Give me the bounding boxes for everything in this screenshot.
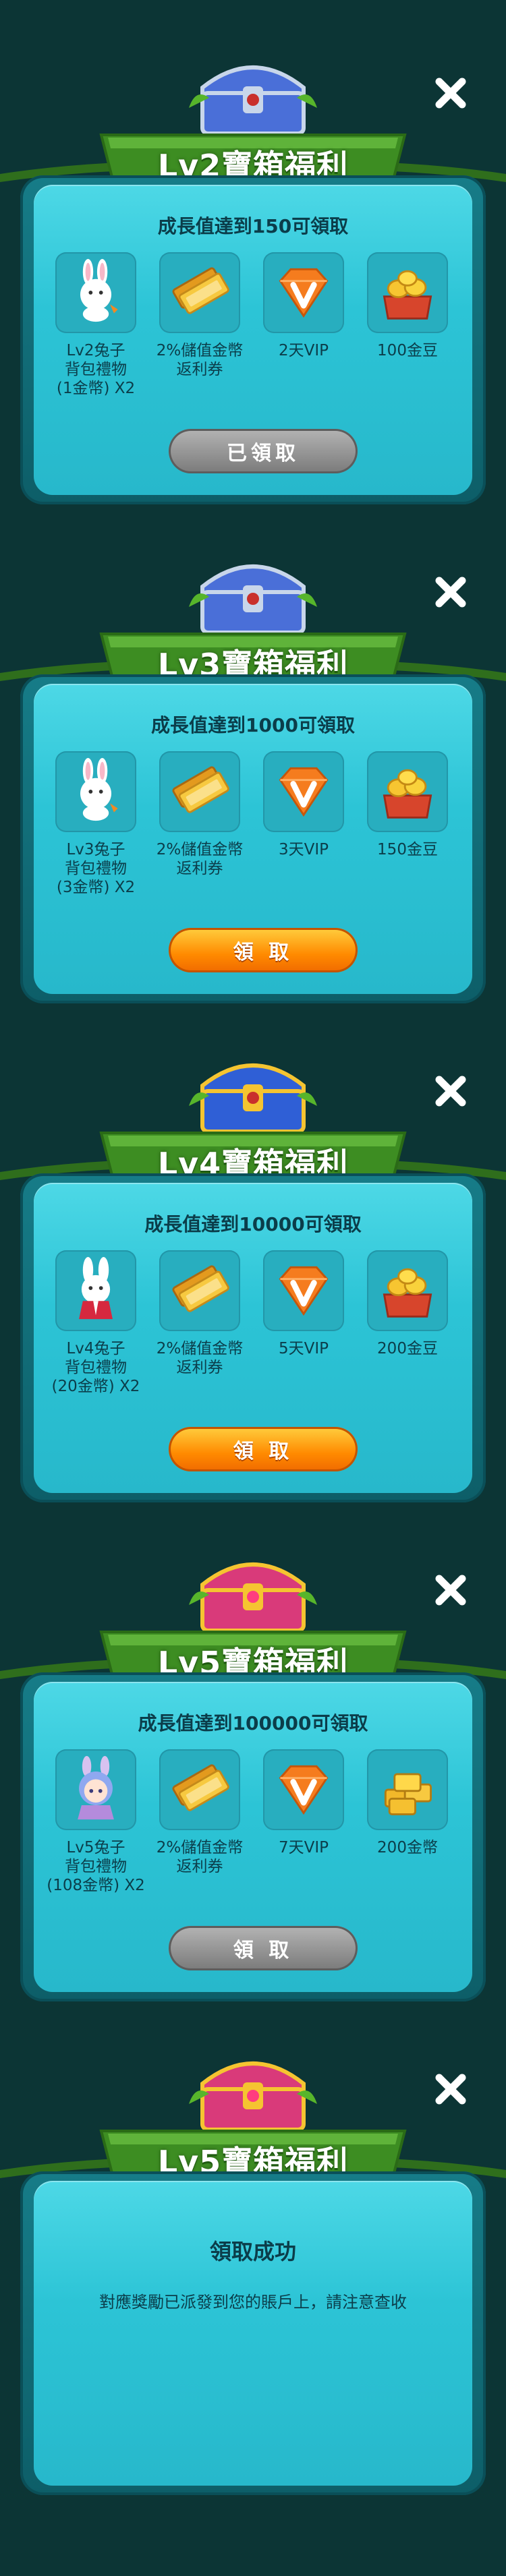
vip-diamond-icon	[271, 1756, 336, 1823]
rabbit-plush-icon	[63, 758, 128, 825]
reward-label: 100金豆	[354, 341, 461, 360]
reward-label-line: Lv2兔子	[66, 342, 125, 359]
reward-label: Lv3兔子背包禮物 (3金幣) X2	[42, 840, 150, 897]
reward-label: 2%儲值金幣 返利券	[146, 840, 254, 878]
panel-body: 領取成功對應獎勵已派發到您的賬戶上，請注意查收	[34, 2181, 472, 2486]
unlock-condition: 成長值達到1000可領取	[151, 714, 355, 736]
reward-tile	[263, 1749, 344, 1830]
reward-label-line: (108金幣) X2	[47, 1877, 145, 1894]
reward-label-line: Lv4兔子	[66, 1340, 125, 1357]
reward-label-line: (20金幣) X2	[51, 1378, 140, 1395]
reward-label-line: 2%儲值金幣	[156, 1839, 244, 1856]
reward-label-line: 2%儲值金幣	[156, 841, 244, 858]
success-message: 對應獎勵已派發到您的賬戶上，請注意查收	[99, 2293, 407, 2312]
reward-label-line: 200金豆	[377, 1340, 438, 1357]
reward-label-line: 返利券	[176, 1359, 223, 1376]
reward-tile	[367, 1250, 448, 1331]
reward-tile	[55, 1250, 136, 1331]
gold-beans-chest-icon	[375, 1257, 440, 1324]
vip-diamond-icon	[271, 758, 336, 825]
reward-label-line: 2%儲值金幣	[156, 1340, 244, 1357]
gold-coupon-icon	[167, 1756, 232, 1823]
reward-label: Lv4兔子背包禮物 (20金幣) X2	[42, 1339, 150, 1396]
reward-label: Lv5兔子背包禮物 (108金幣) X2	[42, 1838, 150, 1895]
gold-beans-chest-icon	[375, 259, 440, 326]
reward-label-line: 3天VIP	[278, 841, 329, 858]
gold-coins-stack-icon	[375, 1756, 440, 1823]
rabbit-plush-icon	[63, 259, 128, 326]
gold-coupon-icon	[167, 1257, 232, 1324]
reward-label-line: Lv3兔子	[66, 841, 125, 858]
panel-body: 成長值達到150可領取 Lv2兔子背包禮物 (1金幣) X2 2%儲值金幣 返利券 2天V…	[34, 185, 472, 495]
reward-panel: Lv2寶箱福利 成長值達到150可領取 Lv2兔子 背包禮物 (1金幣) X2 2%儲值金…	[0, 40, 506, 518]
reward-label-line: 返利券	[176, 361, 223, 378]
reward-label-line: 7天VIP	[278, 1839, 329, 1856]
reward-label: 7天VIP	[250, 1838, 358, 1857]
rabbit-kimono-icon	[63, 1257, 128, 1324]
reward-label-line: 2%儲值金幣	[156, 342, 244, 359]
reward-panel: Lv4寶箱福利 成長值達到10000可領取 Lv4兔子 背包禮物 (20金幣) X2 2%…	[0, 1038, 506, 1516]
reward-tile	[159, 751, 240, 832]
claim-button[interactable]: 領 取	[169, 1926, 358, 1970]
success-panel: Lv5寶箱福利 領取成功 對應獎勵已派發到您的賬戶上，請注意查收	[0, 2037, 506, 2576]
reward-tile	[263, 252, 344, 333]
reward-label: 3天VIP	[250, 840, 358, 859]
reward-label-line: 背包禮物	[65, 1359, 127, 1376]
reward-label: 2%儲值金幣 返利券	[146, 1339, 254, 1377]
reward-tile	[159, 1250, 240, 1331]
reward-label-line: 200金幣	[377, 1839, 438, 1856]
reward-tile	[367, 751, 448, 832]
reward-panel: Lv3寶箱福利 成長值達到1000可領取 Lv3兔子 背包禮物 (3金幣) X2 2%儲值…	[0, 539, 506, 1017]
claim-button[interactable]: 領 取	[169, 928, 358, 972]
claim-button[interactable]: 領 取	[169, 1427, 358, 1471]
reward-label-line: 5天VIP	[278, 1340, 329, 1357]
reward-label-line: (3金幣) X2	[56, 879, 136, 896]
reward-label-line: 背包禮物	[65, 361, 127, 378]
reward-label: 150金豆	[354, 840, 461, 859]
gold-beans-chest-icon	[375, 758, 440, 825]
reward-tile	[55, 1749, 136, 1830]
reward-label: 2%儲值金幣 返利券	[146, 341, 254, 379]
reward-tile	[367, 1749, 448, 1830]
reward-label: 5天VIP	[250, 1339, 358, 1358]
reward-label-line: 150金豆	[377, 841, 438, 858]
reward-tile	[55, 751, 136, 832]
reward-label: 2%儲值金幣 返利券	[146, 1838, 254, 1876]
success-heading: 領取成功	[209, 2239, 296, 2264]
panel-body: 成長值達到1000可領取 Lv3兔子背包禮物 (3金幣) X2 2%儲值金幣 返利券 3天…	[34, 684, 472, 994]
reward-label-line: 返利券	[176, 1858, 223, 1875]
reward-tile	[159, 1749, 240, 1830]
reward-label-line: 背包禮物	[65, 860, 127, 877]
reward-label: 200金豆	[354, 1339, 461, 1358]
reward-label: Lv2兔子背包禮物 (1金幣) X2	[42, 341, 150, 398]
vip-diamond-icon	[271, 259, 336, 326]
reward-label-line: 2天VIP	[278, 342, 329, 359]
claimed-button[interactable]: 已領取	[169, 429, 358, 473]
reward-tile	[263, 1250, 344, 1331]
reward-label-line: Lv5兔子	[66, 1839, 125, 1856]
unlock-condition: 成長值達到100000可領取	[138, 1712, 368, 1734]
reward-label-line: (1金幣) X2	[56, 380, 136, 397]
unlock-condition: 成長值達到150可領取	[157, 215, 349, 237]
gold-coupon-icon	[167, 259, 232, 326]
reward-tile	[159, 252, 240, 333]
reward-label-line: 100金豆	[377, 342, 438, 359]
unlock-condition: 成長值達到10000可領取	[144, 1213, 362, 1235]
rabbit-girl-icon	[63, 1756, 128, 1823]
panel-body: 成長值達到10000可領取 Lv4兔子背包禮物 (20金幣) X2 2%儲值金幣 返利券…	[34, 1183, 472, 1493]
reward-label: 200金幣	[354, 1838, 461, 1857]
reward-label: 2天VIP	[250, 341, 358, 360]
reward-tile	[263, 751, 344, 832]
gold-coupon-icon	[167, 758, 232, 825]
reward-label-line: 背包禮物	[65, 1858, 127, 1875]
vip-diamond-icon	[271, 1257, 336, 1324]
reward-tile	[367, 252, 448, 333]
reward-panel: Lv5寶箱福利 成長值達到100000可領取 Lv5兔子 背包禮物 (108金幣) X2…	[0, 1538, 506, 2015]
reward-label-line: 返利券	[176, 860, 223, 877]
panel-body: 成長值達到100000可領取 Lv5兔子 背包禮物 (108金幣) X2 2%儲值金幣返…	[34, 1682, 472, 1992]
reward-tile	[55, 252, 136, 333]
